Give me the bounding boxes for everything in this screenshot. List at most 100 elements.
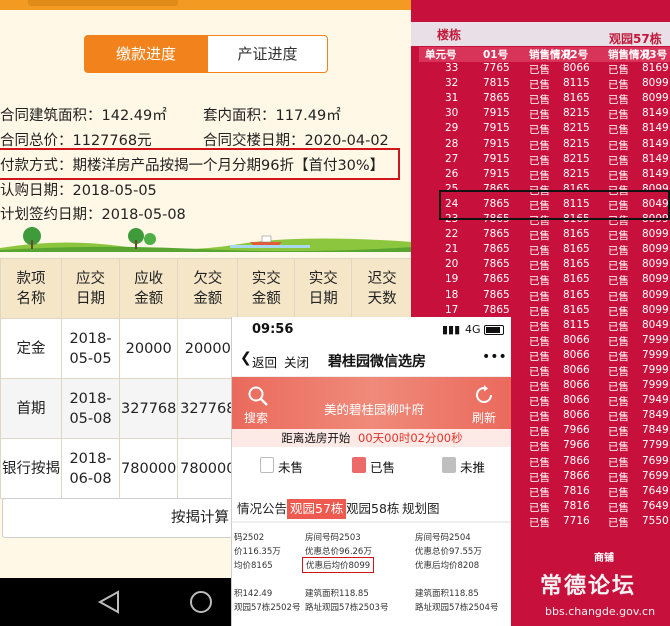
home-nav-icon[interactable]	[190, 591, 212, 613]
price-cell: 8066	[563, 363, 590, 376]
price-cell: 已售	[529, 109, 550, 122]
room-number: 房间号码2503	[305, 533, 361, 543]
price-cell: 已售	[608, 365, 629, 378]
price-cell: 8149	[642, 107, 669, 120]
price-cell: 已售	[608, 381, 629, 394]
tab-building-57[interactable]: 观园57栋	[287, 499, 347, 519]
table-header-row: 款项 名称 应交 日期 应收 金额 欠交 金额 实交 金额 实交 日期 迟交 天…	[0, 258, 413, 319]
price-cell: 7765	[483, 62, 510, 75]
status-time: 09:56	[252, 322, 294, 337]
status-bar: 09:56 ▮▮▮ 4G	[232, 317, 511, 343]
price-cell: 18	[445, 288, 459, 301]
room-card[interactable]: 房间号码2504 优惠总价97.55万 优惠后均价8208 建筑面积118.85…	[415, 525, 511, 626]
price-cell: 已售	[529, 290, 550, 303]
price-cell: 20	[445, 258, 459, 271]
tab-building-58[interactable]: 观园58栋	[346, 499, 399, 519]
price-cell: 已售	[529, 396, 550, 409]
unpushed-swatch	[442, 457, 456, 473]
back-nav-icon[interactable]	[97, 590, 119, 614]
price-cell: 已售	[529, 79, 550, 92]
battery-icon	[484, 325, 504, 335]
sold-swatch	[352, 457, 366, 473]
price-cell: 已售	[608, 64, 629, 77]
price-cell: 7865	[483, 228, 510, 241]
price-cell: 22	[445, 228, 459, 241]
room-card[interactable]: 房间号码2503 优惠总价96.26万 优惠后均价8099 建筑面积118.85…	[302, 525, 395, 626]
price-cell: 8049	[642, 318, 669, 331]
room-avg: 优惠后均价8208	[415, 561, 480, 571]
price-cell: 已售	[608, 154, 629, 167]
price-cell: 7699	[642, 469, 669, 482]
price-cell: 已售	[529, 124, 550, 137]
price-col-header: 03号	[642, 49, 668, 61]
price-cell: 7849	[642, 409, 669, 422]
price-row: 19 7865 已售 8165 已售 8099	[419, 273, 670, 288]
room-area: 建筑面积118.85	[415, 589, 479, 599]
building-name: 观园57栋	[609, 32, 662, 46]
price-cell: 已售	[529, 471, 550, 484]
top-bar	[0, 0, 413, 10]
price-cell: 7915	[483, 107, 510, 120]
price-cell: 已售	[529, 139, 550, 152]
signal-icon: ▮▮▮	[442, 323, 461, 336]
room-avg: 均价8165	[234, 561, 273, 571]
room-card[interactable]: 码2502 价116.35万 均价8165 积142.49 观园57栋2502号	[232, 525, 300, 626]
price-col-header: 01号	[483, 49, 509, 61]
tab-payment-progress[interactable]: 缴款进度	[84, 35, 208, 73]
table-header-cell: 款项 名称	[0, 258, 62, 319]
price-cell: 已售	[608, 245, 629, 258]
price-cell: 7865	[483, 92, 510, 105]
back-chevron-icon[interactable]: ❮	[240, 350, 252, 366]
price-row: 21 7865 已售 8165 已售 8099	[419, 243, 670, 258]
subscribe-date: 认购日期：2018-05-05	[0, 183, 157, 199]
tab-notice[interactable]: 情况公告	[237, 499, 287, 519]
room-total: 价116.35万	[234, 547, 281, 557]
search-label[interactable]: 搜索	[244, 409, 268, 426]
price-cell: 8215	[563, 107, 590, 120]
price-cell: 8066	[563, 348, 590, 361]
price-cell: 8165	[563, 288, 590, 301]
table-cell: 780000	[177, 438, 239, 499]
tab-plan[interactable]: 规划图	[402, 499, 440, 519]
price-cell: 7816	[563, 484, 590, 497]
refresh-icon[interactable]	[473, 384, 495, 406]
price-cell: 已售	[608, 486, 629, 499]
price-cell: 7816	[563, 499, 590, 512]
price-cell: 8099	[642, 77, 669, 90]
inner-area: 套内面积：117.49㎡	[203, 108, 341, 124]
price-cell: 7966	[563, 439, 590, 452]
price-cell: 33	[445, 62, 459, 75]
price-cell: 31	[445, 92, 459, 105]
price-cell: 已售	[608, 139, 629, 152]
price-cell: 已售	[608, 109, 629, 122]
price-cell: 7999	[642, 379, 669, 392]
back-button[interactable]: 返回	[252, 352, 277, 371]
price-col-header: 02号	[563, 49, 589, 61]
price-cell: 8115	[563, 77, 590, 90]
price-cell: 29	[445, 122, 459, 135]
table-header-cell: 应收 金额	[119, 258, 179, 319]
price-cell: 7699	[642, 454, 669, 467]
watermark-url: bbs.changde.gov.cn	[545, 605, 656, 618]
price-cell: 7866	[563, 469, 590, 482]
more-icon[interactable]: •••	[482, 349, 507, 365]
close-button[interactable]: 关闭	[284, 352, 309, 371]
price-cell: 7716	[563, 514, 590, 527]
price-cell: 8099	[642, 228, 669, 241]
price-cell: 已售	[529, 169, 550, 182]
tab-certificate-progress[interactable]: 产证进度	[207, 35, 328, 73]
price-cell: 30	[445, 107, 459, 120]
price-cell: 8215	[563, 137, 590, 150]
price-cell: 已售	[608, 230, 629, 243]
price-cell: 已售	[529, 486, 550, 499]
room-total: 优惠总价96.26万	[305, 547, 372, 557]
search-icon[interactable]	[247, 385, 269, 407]
wechat-house-selection-screen: 09:56 ▮▮▮ 4G ❮ 返回 关闭 碧桂园微信选房 ••• 搜索 美的碧桂…	[231, 317, 511, 626]
refresh-label[interactable]: 刷新	[472, 409, 496, 426]
price-row: 33 7765 已售 8066 已售 8169	[419, 62, 670, 77]
price-cell: 8115	[563, 318, 590, 331]
table-cell: 银行按揭	[0, 438, 62, 499]
price-cell: 已售	[529, 230, 550, 243]
landscape-illustration	[0, 227, 413, 252]
price-cell: 8066	[563, 62, 590, 75]
